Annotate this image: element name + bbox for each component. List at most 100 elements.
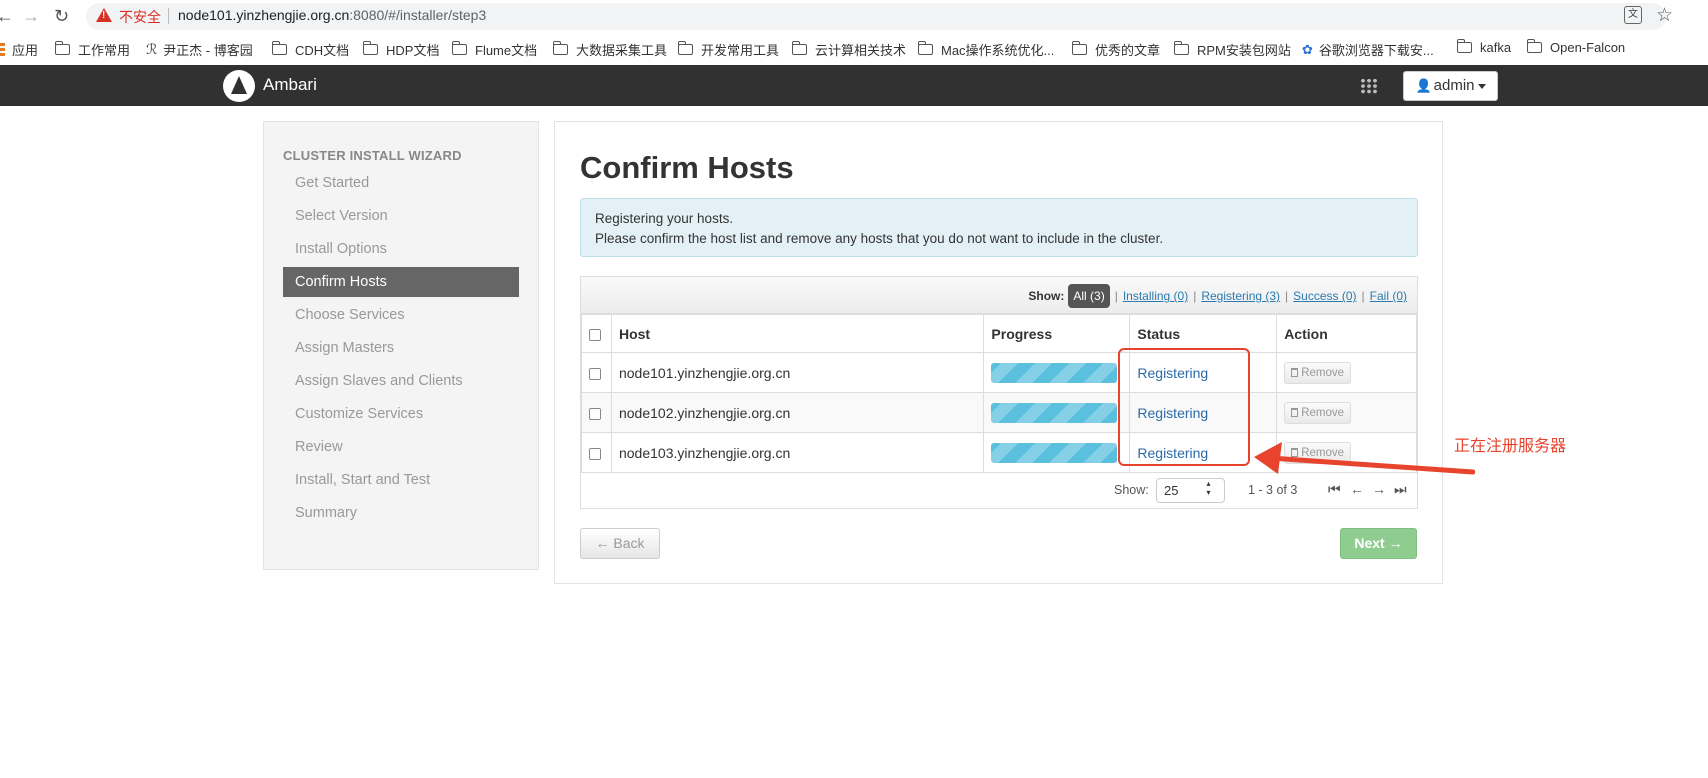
table-header-row: Host Progress Status Action (581, 314, 1417, 353)
filter-success[interactable]: Success (0) (1293, 289, 1356, 303)
next-page-icon[interactable]: → (1372, 481, 1386, 497)
folder-icon (1174, 41, 1189, 55)
table-row: node102.yinzhengjie.org.cn Registering R… (581, 392, 1417, 433)
sidebar-item-summary: Summary (295, 505, 358, 521)
browser-toolbar: ← → ↻ 不安全 node101.yinzhengjie.org.cn:808… (0, 0, 1708, 33)
row-checkbox[interactable] (589, 407, 601, 420)
filter-installing[interactable]: Installing (0) (1123, 289, 1188, 303)
row-select-cell (581, 352, 612, 393)
column-header-host[interactable]: Host (610, 314, 985, 353)
host-name: node101.yinzhengjie.org.cn (610, 352, 985, 393)
action-cell: Remove (1276, 392, 1417, 433)
insecure-label: 不安全 (119, 9, 161, 25)
page-title: Confirm Hosts (580, 150, 794, 185)
folder-icon (1527, 39, 1542, 53)
bookmark-apps[interactable]: 应用 (0, 40, 38, 59)
bookmark-star-icon[interactable]: ☆ (1656, 4, 1673, 27)
sidebar-item-choose-services: Choose Services (295, 307, 405, 323)
sidebar-item-select-version[interactable]: Select Version (283, 201, 519, 231)
sidebar-item-install-start-test: Install, Start and Test (295, 472, 431, 488)
prev-page-icon[interactable]: ← (1350, 481, 1364, 497)
table-row: node101.yinzhengjie.org.cn Registering R… (581, 352, 1417, 393)
row-checkbox[interactable] (589, 447, 601, 460)
folder-icon (272, 41, 287, 55)
bookmark-link[interactable]: ✿ 谷歌浏览器下载安... (1302, 40, 1434, 59)
action-cell: Remove (1276, 352, 1417, 393)
filter-all[interactable]: All (3) (1068, 284, 1110, 308)
folder-icon (678, 41, 693, 55)
column-header-action: Action (1276, 314, 1417, 353)
app-header: Ambari 👤 admin (0, 65, 1708, 106)
filter-separator: | (1285, 289, 1289, 303)
info-alert: Registering your hosts. Please confirm t… (580, 198, 1418, 257)
remove-button[interactable]: Remove (1284, 401, 1352, 424)
folder-icon (792, 41, 807, 55)
sidebar-title: CLUSTER INSTALL WIZARD (283, 148, 462, 163)
ambari-logo-icon[interactable] (223, 70, 255, 102)
filter-separator: | (1361, 289, 1365, 303)
folder-icon (363, 41, 378, 55)
views-grid-icon[interactable] (1360, 78, 1378, 94)
bookmark-folder[interactable]: 开发常用工具 (678, 40, 779, 59)
person-icon: ℛ (146, 41, 158, 57)
folder-icon (1072, 41, 1087, 55)
sidebar-item-install-options[interactable]: Install Options (283, 234, 519, 264)
url-text[interactable]: node101.yinzhengjie.org.cn:8080/#/instal… (178, 7, 486, 23)
progress-bar (991, 442, 1118, 463)
user-menu-button[interactable]: 👤 admin (1403, 71, 1498, 101)
back-button[interactable]: ← Back (580, 528, 660, 559)
back-arrow-icon[interactable]: ← (0, 6, 14, 26)
trash-icon (1291, 367, 1299, 377)
address-separator (168, 8, 169, 24)
bookmark-folder[interactable]: 大数据采集工具 (553, 40, 667, 59)
forward-arrow-icon[interactable]: → (22, 6, 40, 26)
row-select-cell (581, 392, 612, 433)
sidebar-item-review: Review (295, 439, 343, 455)
bookmark-folder[interactable]: Mac操作系统优化... (918, 40, 1054, 59)
filter-separator: | (1114, 289, 1118, 303)
page-size-label: Show: (1114, 483, 1149, 497)
last-page-icon[interactable]: ⏭ (1394, 481, 1407, 498)
filter-label: Show: (1028, 289, 1065, 303)
page-size-select[interactable]: 25 (1156, 478, 1225, 503)
bookmark-link[interactable]: ℛ 尹正杰 - 博客园 (146, 40, 253, 59)
sidebar-item-get-started[interactable]: Get Started (283, 168, 519, 198)
sidebar-item-confirm-hosts[interactable]: Confirm Hosts (283, 267, 519, 297)
select-all-checkbox[interactable] (589, 328, 601, 341)
bookmark-folder[interactable]: RPM安装包网站 (1174, 40, 1291, 59)
filter-registering[interactable]: Registering (3) (1201, 289, 1280, 303)
warning-icon (96, 8, 112, 22)
folder-icon (918, 41, 933, 55)
translate-icon[interactable]: 文 (1624, 6, 1642, 24)
brand-name[interactable]: Ambari (263, 75, 317, 95)
bookmark-folder[interactable]: 优秀的文章 (1072, 40, 1160, 59)
baidu-paw-icon: ✿ (1302, 41, 1313, 57)
bookmarks-bar: 应用 工作常用 ℛ 尹正杰 - 博客园 CDH文档 HDP文档 Flume文档 大… (0, 33, 1708, 65)
bookmark-folder[interactable]: CDH文档 (272, 40, 349, 59)
reload-icon[interactable]: ↻ (54, 6, 69, 26)
first-page-icon[interactable]: ⏮ (1328, 481, 1341, 498)
column-header-progress[interactable]: Progress (983, 314, 1131, 353)
bookmark-folder[interactable]: 工作常用 (55, 40, 130, 59)
select-all-cell (581, 314, 612, 353)
bookmark-folder[interactable]: Open-Falcon (1527, 39, 1625, 55)
sidebar-item-assign-masters: Assign Masters (295, 340, 395, 356)
next-button[interactable]: Next → (1340, 528, 1417, 559)
status-filters: Show: All (3) | Installing (0) | Registe… (1028, 284, 1407, 308)
sidebar-item-customize-services: Customize Services (295, 406, 424, 422)
bookmark-folder[interactable]: kafka (1457, 39, 1511, 55)
bookmark-folder[interactable]: HDP文档 (363, 40, 439, 59)
bookmark-folder[interactable]: Flume文档 (452, 40, 537, 59)
filter-fail[interactable]: Fail (0) (1370, 289, 1407, 303)
alert-line: Please confirm the host list and remove … (595, 231, 1164, 246)
main-panel: Confirm Hosts Registering your hosts. Pl… (554, 121, 1443, 584)
alert-line: Registering your hosts. (595, 211, 734, 226)
caret-down-icon (1477, 83, 1486, 89)
row-checkbox[interactable] (589, 367, 601, 380)
status-highlight-box (1118, 348, 1250, 466)
annotation-arrow-icon (1254, 442, 1475, 475)
column-header-status[interactable]: Status (1129, 314, 1278, 353)
host-name: node102.yinzhengjie.org.cn (610, 392, 985, 433)
bookmark-folder[interactable]: 云计算相关技术 (792, 40, 906, 59)
remove-button[interactable]: Remove (1284, 361, 1352, 384)
